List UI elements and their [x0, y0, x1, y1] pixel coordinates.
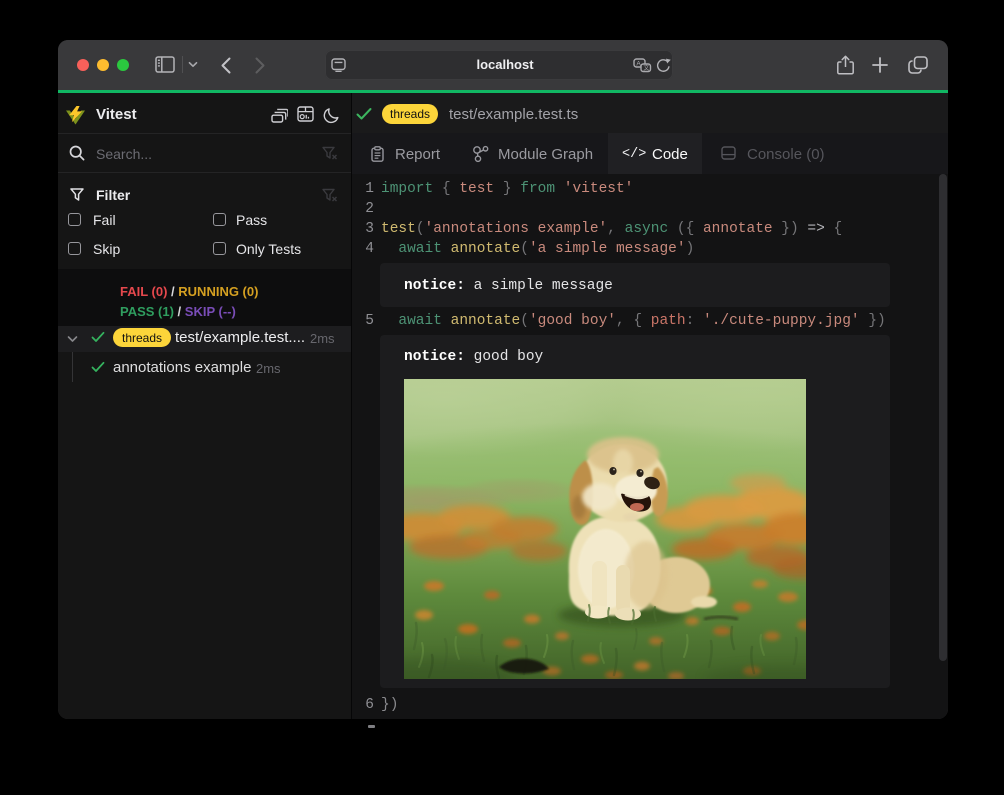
svg-text:文: 文 [643, 64, 649, 72]
